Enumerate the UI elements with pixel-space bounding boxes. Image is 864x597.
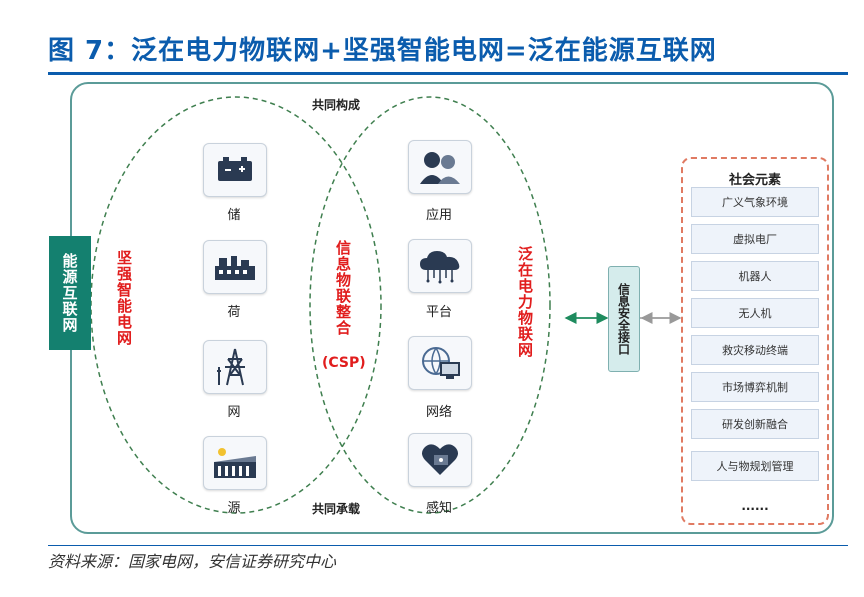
social-elements-panel: 社会元素 广义气象环境 虚拟电厂 机器人 无人机 救灾移动终端 市场博弈机制 研… [681,157,829,525]
center-label: 信息物联整合 [334,240,352,336]
social-item: 救灾移动终端 [691,335,819,365]
social-item: 广义气象环境 [691,187,819,217]
cloud-icon [408,239,472,293]
energy-internet-label: 能源互联网 [49,236,91,350]
left-ellipse-label: 坚强智能电网 [115,250,133,346]
right-item-label: 应用 [425,208,452,223]
dam-icon [203,436,267,490]
left-item-label: 储 [227,208,241,223]
power-tower-icon [203,340,267,394]
source-rule [48,545,848,546]
more-ellipsis: ...... [741,499,769,513]
security-interface-box: 信息安全接口 [608,266,640,372]
social-item: 市场博弈机制 [691,372,819,402]
top-label: 共同构成 [312,98,361,112]
bottom-label: 共同承载 [312,502,361,516]
social-item: 人与物规划管理 [691,451,819,481]
monitor-globe-icon [408,336,472,390]
social-title: 社会元素 [728,173,781,188]
right-item-label: 感知 [425,501,452,516]
right-item-label: 平台 [425,305,452,320]
source-note: 资料来源：国家电网，安信证券研究中心 [48,552,337,571]
users-icon [408,140,472,194]
right-ellipse-label: 泛在电力物联网 [516,246,534,358]
factory-icon [203,240,267,294]
sensor-heart-icon [408,433,472,487]
left-item-label: 网 [227,405,241,420]
battery-icon [203,143,267,197]
right-item-label: 网络 [425,405,452,420]
left-item-label: 荷 [227,305,241,320]
center-sub-label: (CSP) [322,355,366,371]
left-item-label: 源 [227,501,241,516]
social-item: 机器人 [691,261,819,291]
social-item: 无人机 [691,298,819,328]
social-item: 虚拟电厂 [691,224,819,254]
social-item: 研发创新融合 [691,409,819,439]
